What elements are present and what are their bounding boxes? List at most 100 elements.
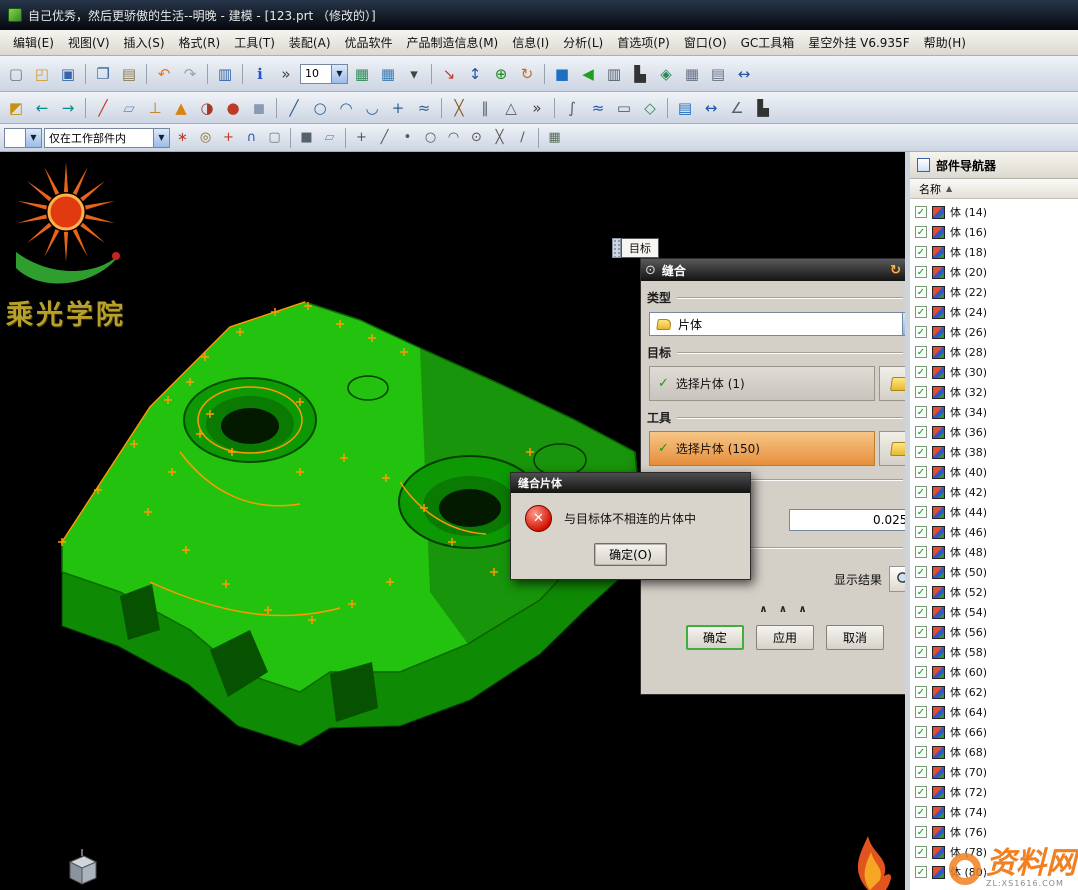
slash-snap-icon[interactable]: ∕ — [512, 127, 533, 148]
box-select-icon[interactable]: ▢ — [264, 127, 285, 148]
selection-filter-combo[interactable]: ▼ — [4, 128, 42, 148]
doc-icon[interactable]: ▤ — [673, 96, 697, 120]
circle-icon[interactable]: ○ — [308, 96, 332, 120]
checkbox-checked-icon[interactable]: ✓ — [915, 526, 927, 538]
navigator-row[interactable]: ✓体 (56) — [910, 622, 1078, 642]
navigator-row[interactable]: ✓体 (70) — [910, 762, 1078, 782]
target-point-icon[interactable]: ⊕ — [489, 62, 513, 86]
zoom-combo[interactable]: 10 ▼ — [300, 64, 348, 84]
menu-item[interactable]: 星空外挂 V6.935F — [801, 31, 916, 54]
navigator-row[interactable]: ✓体 (54) — [910, 602, 1078, 622]
checkbox-checked-icon[interactable]: ✓ — [915, 366, 927, 378]
back-icon[interactable]: ← — [30, 96, 54, 120]
checkbox-checked-icon[interactable]: ✓ — [915, 826, 927, 838]
worksheet-icon[interactable]: ▦ — [350, 62, 374, 86]
cancel-button[interactable]: 取消 — [826, 625, 884, 650]
show-result-button[interactable] — [889, 566, 905, 592]
navigator-row[interactable]: ✓体 (78) — [910, 842, 1078, 862]
navigator-row[interactable]: ✓体 (32) — [910, 382, 1078, 402]
menu-item[interactable]: 分析(L) — [556, 31, 610, 54]
checkbox-checked-icon[interactable]: ✓ — [915, 346, 927, 358]
layers-icon[interactable]: ▤ — [706, 62, 730, 86]
point-snap-icon[interactable]: • — [397, 127, 418, 148]
undo-icon[interactable]: ↶ — [152, 62, 176, 86]
navigator-row[interactable]: ✓体 (42) — [910, 482, 1078, 502]
navigator-row[interactable]: ✓体 (64) — [910, 702, 1078, 722]
tolerance-field[interactable]: 0.0254 — [789, 509, 905, 531]
sweep-icon[interactable]: ∫ — [560, 96, 584, 120]
menu-item[interactable]: 插入(S) — [117, 31, 172, 54]
apply-button[interactable]: 应用 — [756, 625, 814, 650]
thicken-icon[interactable]: ▭ — [612, 96, 636, 120]
angle-icon[interactable]: ∠ — [725, 96, 749, 120]
navigator-row[interactable]: ✓体 (20) — [910, 262, 1078, 282]
trim-icon[interactable]: ╳ — [447, 96, 471, 120]
chevron-down-icon[interactable]: ▼ — [331, 65, 347, 83]
menu-item[interactable]: 工具(T) — [227, 31, 282, 54]
patch-icon[interactable]: ◇ — [638, 96, 662, 120]
navigator-row[interactable]: ✓体 (76) — [910, 822, 1078, 842]
center-snap-icon[interactable]: ⊙ — [466, 127, 487, 148]
plane-snap-icon[interactable]: ▱ — [319, 127, 340, 148]
datum-csys-icon[interactable]: ⊥ — [143, 96, 167, 120]
navigator-row[interactable]: ✓体 (68) — [910, 742, 1078, 762]
checkbox-checked-icon[interactable]: ✓ — [915, 486, 927, 498]
navigator-row[interactable]: ✓体 (38) — [910, 442, 1078, 462]
hole-icon[interactable]: ● — [221, 96, 245, 120]
structure-icon[interactable]: ◈ — [654, 62, 678, 86]
menu-item[interactable]: 信息(I) — [505, 31, 556, 54]
navigator-row[interactable]: ✓体 (74) — [910, 802, 1078, 822]
checkbox-checked-icon[interactable]: ✓ — [915, 386, 927, 398]
checkbox-checked-icon[interactable]: ✓ — [915, 206, 927, 218]
checkbox-checked-icon[interactable]: ✓ — [915, 426, 927, 438]
checkbox-checked-icon[interactable]: ✓ — [915, 846, 927, 858]
menu-item[interactable]: 装配(A) — [282, 31, 338, 54]
arc-snap-icon[interactable]: ◠ — [443, 127, 464, 148]
grid-snap-icon[interactable]: ▦ — [544, 127, 565, 148]
highlight-icon[interactable]: ∗ — [172, 127, 193, 148]
rotate-view-icon[interactable]: ↻ — [515, 62, 539, 86]
tool-sheet-picker-button[interactable] — [879, 431, 905, 466]
navigator-row[interactable]: ✓体 (58) — [910, 642, 1078, 662]
checkbox-checked-icon[interactable]: ✓ — [915, 786, 927, 798]
navigator-row[interactable]: ✓体 (52) — [910, 582, 1078, 602]
menu-item[interactable]: GC工具箱 — [734, 31, 802, 54]
navigator-row[interactable]: ✓体 (60) — [910, 662, 1078, 682]
new-icon[interactable]: ▢ — [4, 62, 28, 86]
info-icon[interactable]: ℹ — [248, 62, 272, 86]
menu-item[interactable]: 编辑(E) — [6, 31, 61, 54]
menu-item[interactable]: 首选项(P) — [610, 31, 677, 54]
navigator-column-header[interactable]: 名称 ▲ — [910, 179, 1078, 199]
navigator-row[interactable]: ✓体 (48) — [910, 542, 1078, 562]
checkbox-checked-icon[interactable]: ✓ — [915, 706, 927, 718]
edge-snap-icon[interactable]: ╱ — [374, 127, 395, 148]
solid-snap-icon[interactable]: ■ — [296, 127, 317, 148]
endpoint-snap-icon[interactable]: + — [351, 127, 372, 148]
checkbox-checked-icon[interactable]: ✓ — [915, 866, 927, 878]
pencil-icon[interactable]: ╱ — [91, 96, 115, 120]
menu-item[interactable]: 帮助(H) — [917, 31, 973, 54]
checkbox-checked-icon[interactable]: ✓ — [915, 766, 927, 778]
forward-icon[interactable]: → — [56, 96, 80, 120]
navigator-row[interactable]: ✓体 (40) — [910, 462, 1078, 482]
line-icon[interactable]: ╱ — [282, 96, 306, 120]
ok-button[interactable]: 确定 — [686, 625, 744, 650]
drag-handle-icon[interactable] — [612, 238, 621, 258]
arc-icon[interactable]: ◠ — [334, 96, 358, 120]
grid-icon[interactable]: ▦ — [680, 62, 704, 86]
checkbox-checked-icon[interactable]: ✓ — [915, 626, 927, 638]
conic-icon[interactable]: ◡ — [360, 96, 384, 120]
navigator-row[interactable]: ✓体 (18) — [910, 242, 1078, 262]
checkbox-checked-icon[interactable]: ✓ — [915, 586, 927, 598]
target-sheet-picker-button[interactable] — [879, 366, 905, 401]
ruler-icon[interactable]: ↔ — [699, 96, 723, 120]
menu-item[interactable]: 格式(R) — [172, 31, 228, 54]
axis-orient-icon[interactable]: ↕ — [463, 62, 487, 86]
navigator-row[interactable]: ✓体 (28) — [910, 342, 1078, 362]
paste-icon[interactable]: ▤ — [117, 62, 141, 86]
orientation-triad[interactable] — [58, 848, 104, 888]
checkbox-checked-icon[interactable]: ✓ — [915, 246, 927, 258]
collapse-all-control[interactable]: ∧ ∧ ∧ — [641, 604, 905, 615]
navigator-row[interactable]: ✓体 (66) — [910, 722, 1078, 742]
checkbox-checked-icon[interactable]: ✓ — [915, 406, 927, 418]
